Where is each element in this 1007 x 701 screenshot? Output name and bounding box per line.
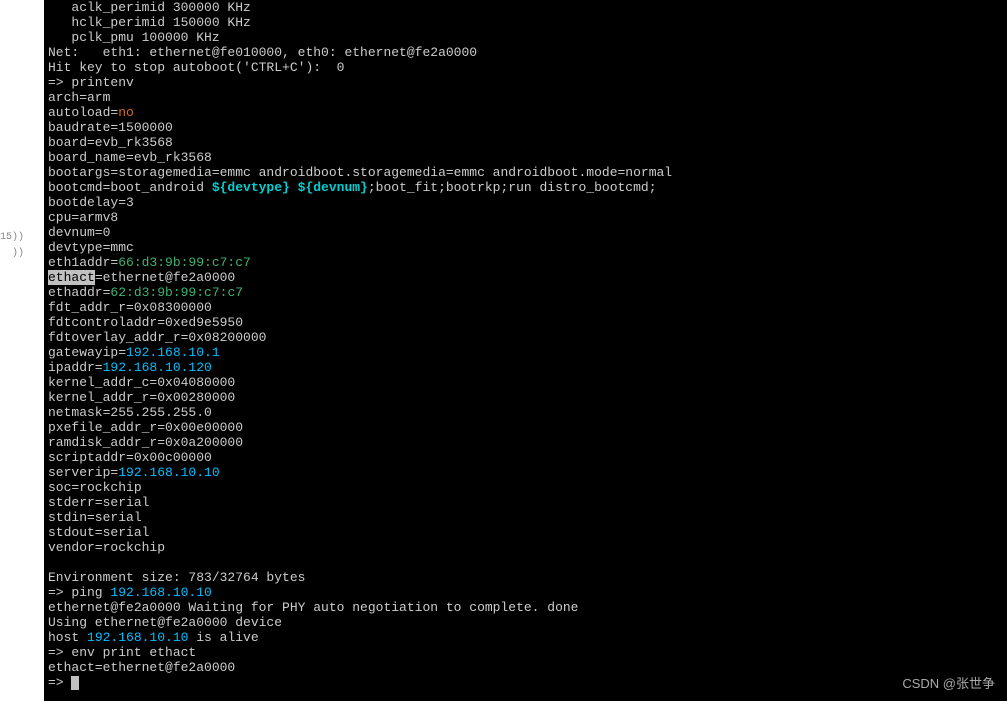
env-autoload-val: no — [118, 105, 134, 120]
env-eth1addr-key: eth1addr= — [48, 255, 118, 270]
env-size: Environment size: 783/32764 bytes — [48, 570, 305, 585]
terminal-output[interactable]: aclk_perimid 300000 KHz hclk_perimid 150… — [44, 0, 1007, 701]
env-netmask: netmask=255.255.255.0 — [48, 405, 212, 420]
env-stderr: stderr=serial — [48, 495, 149, 510]
env-soc: soc=rockchip — [48, 480, 142, 495]
env-bootargs: bootargs=storagemedia=emmc androidboot.s… — [48, 165, 672, 180]
env-bootcmd-key: bootcmd=boot_android — [48, 180, 212, 195]
env-scriptaddr: scriptaddr=0x00c00000 — [48, 450, 212, 465]
env-arch: arch=arm — [48, 90, 110, 105]
env-fdtoverlay: fdtoverlay_addr_r=0x08200000 — [48, 330, 266, 345]
clock-line: pclk_pmu 100000 KHz — [48, 30, 220, 45]
env-ipaddr-val: 192.168.10.120 — [103, 360, 212, 375]
net-line: Net: eth1: ethernet@fe010000, eth0: ethe… — [48, 45, 477, 60]
ping-ip: 192.168.10.10 — [110, 585, 211, 600]
env-autoload-key: autoload= — [48, 105, 118, 120]
prompt-last: => — [48, 675, 71, 690]
env-serverip-val: 192.168.10.10 — [118, 465, 219, 480]
autoboot-line: Hit key to stop autoboot('CTRL+C'): 0 — [48, 60, 344, 75]
env-ethaddr-key: ethaddr= — [48, 285, 110, 300]
gutter: 15)) )) — [0, 230, 24, 262]
env-stdout: stdout=serial — [48, 525, 149, 540]
using-line: Using ethernet@fe2a0000 device — [48, 615, 282, 630]
env-baudrate: baudrate=1500000 — [48, 120, 173, 135]
prompt-envprint: => env print ethact — [48, 645, 196, 660]
env-ethact-key: ethact — [48, 270, 95, 285]
env-fdt-addr-r: fdt_addr_r=0x08300000 — [48, 300, 212, 315]
env-ramdisk: ramdisk_addr_r=0x0a200000 — [48, 435, 243, 450]
prompt-printenv: => printenv — [48, 75, 134, 90]
env-eth1addr-val: 66:d3:9b:99:c7:c7 — [118, 255, 251, 270]
env-ethaddr-val: 62:d3:9b:99:c7:c7 — [110, 285, 243, 300]
env-cpu: cpu=armv8 — [48, 210, 118, 225]
env-bootcmd-rest: ;boot_fit;bootrkp;run distro_bootcmd; — [368, 180, 657, 195]
cursor-icon — [71, 676, 79, 690]
gutter-line: 15)) — [0, 230, 24, 246]
env-ipaddr-key: ipaddr= — [48, 360, 103, 375]
clock-line: hclk_perimid 150000 KHz — [48, 15, 251, 30]
host-post: is alive — [188, 630, 258, 645]
env-stdin: stdin=serial — [48, 510, 142, 525]
env-devnum: devnum=0 — [48, 225, 110, 240]
host-pre: host — [48, 630, 87, 645]
env-bootdelay: bootdelay=3 — [48, 195, 134, 210]
env-pxefile: pxefile_addr_r=0x00e00000 — [48, 420, 243, 435]
ethact-output: ethact=ethernet@fe2a0000 — [48, 660, 235, 675]
env-serverip-key: serverip= — [48, 465, 118, 480]
env-devtype: devtype=mmc — [48, 240, 134, 255]
env-gatewayip-key: gatewayip= — [48, 345, 126, 360]
env-ethact-rest: =ethernet@fe2a0000 — [95, 270, 235, 285]
env-board-name: board_name=evb_rk3568 — [48, 150, 212, 165]
env-vendor: vendor=rockchip — [48, 540, 165, 555]
env-gatewayip-val: 192.168.10.1 — [126, 345, 220, 360]
prompt-ping: => ping — [48, 585, 110, 600]
gutter-line: )) — [0, 246, 24, 262]
env-bootcmd-vars: ${devtype} ${devnum} — [212, 180, 368, 195]
phy-line: ethernet@fe2a0000 Waiting for PHY auto n… — [48, 600, 579, 615]
env-kernel-addr-c: kernel_addr_c=0x04080000 — [48, 375, 235, 390]
env-kernel-addr-r: kernel_addr_r=0x00280000 — [48, 390, 235, 405]
host-ip: 192.168.10.10 — [87, 630, 188, 645]
clock-line: aclk_perimid 300000 KHz — [48, 0, 251, 15]
env-board: board=evb_rk3568 — [48, 135, 173, 150]
env-fdtcontroladdr: fdtcontroladdr=0xed9e5950 — [48, 315, 243, 330]
